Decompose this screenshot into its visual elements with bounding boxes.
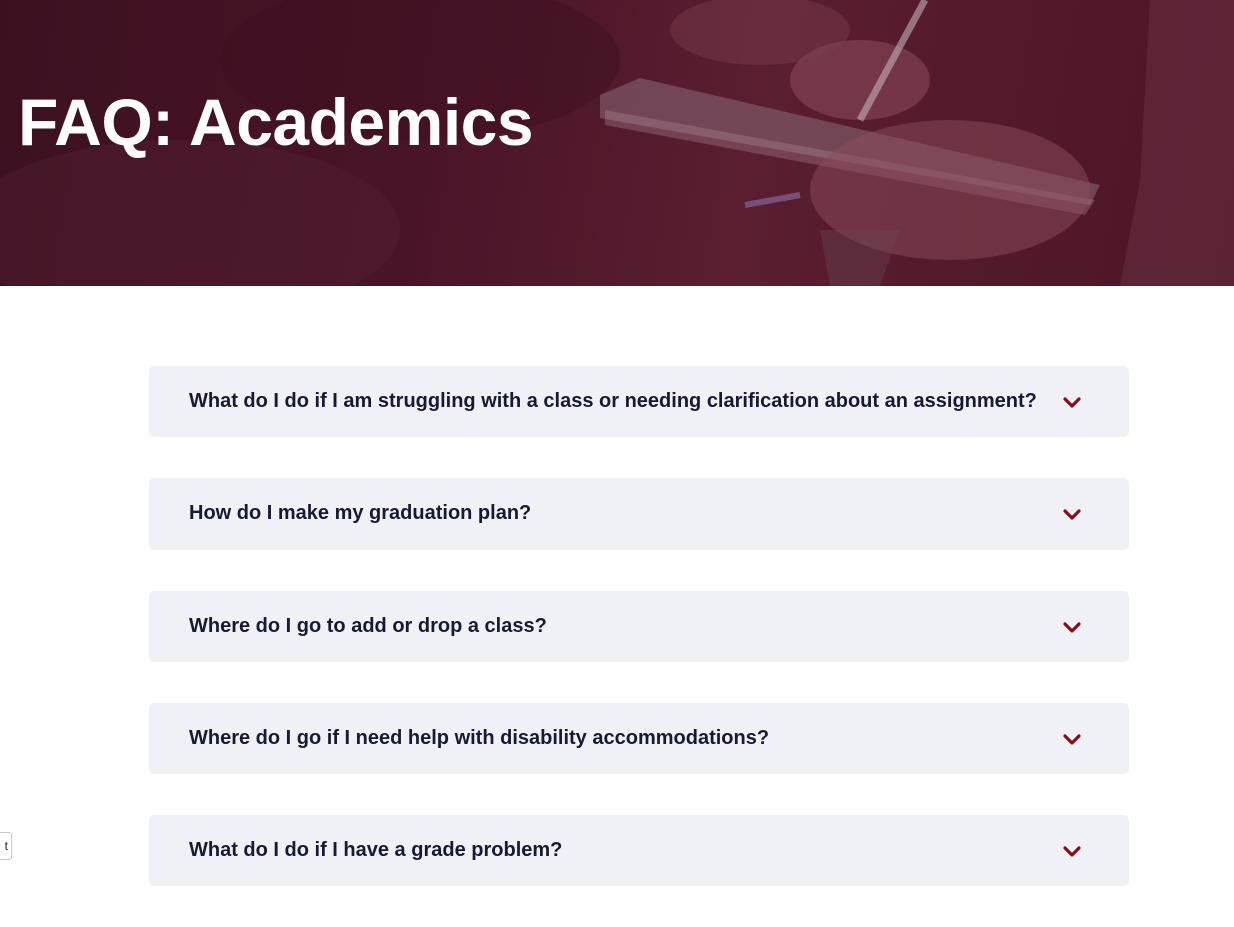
side-tab-button[interactable]: t	[0, 832, 12, 860]
faq-item[interactable]: Where do I go if I need help with disabi…	[149, 703, 1129, 774]
faq-item[interactable]: What do I do if I have a grade problem?	[149, 815, 1129, 886]
faq-question: What do I do if I have a grade problem?	[189, 839, 563, 861]
chevron-down-icon[interactable]	[1063, 732, 1081, 746]
faq-accordion: What do I do if I am struggling with a c…	[149, 366, 1129, 927]
chevron-down-icon[interactable]	[1063, 620, 1081, 634]
faq-question: Where do I go to add or drop a class?	[189, 615, 547, 637]
faq-item[interactable]: How do I make my graduation plan?	[149, 478, 1129, 550]
chevron-down-icon[interactable]	[1063, 844, 1081, 858]
chevron-down-icon[interactable]	[1063, 395, 1081, 409]
chevron-down-icon[interactable]	[1063, 507, 1081, 521]
faq-item[interactable]: Where do I go to add or drop a class?	[149, 591, 1129, 662]
faq-question: Where do I go if I need help with disabi…	[189, 727, 770, 749]
faq-item[interactable]: What do I do if I am struggling with a c…	[149, 366, 1129, 437]
faq-question: What do I do if I am struggling with a c…	[189, 390, 1037, 412]
hero-banner: FAQ: Academics	[0, 0, 1234, 286]
page-title: FAQ: Academics	[18, 85, 534, 159]
faq-question: How do I make my graduation plan?	[189, 502, 532, 524]
